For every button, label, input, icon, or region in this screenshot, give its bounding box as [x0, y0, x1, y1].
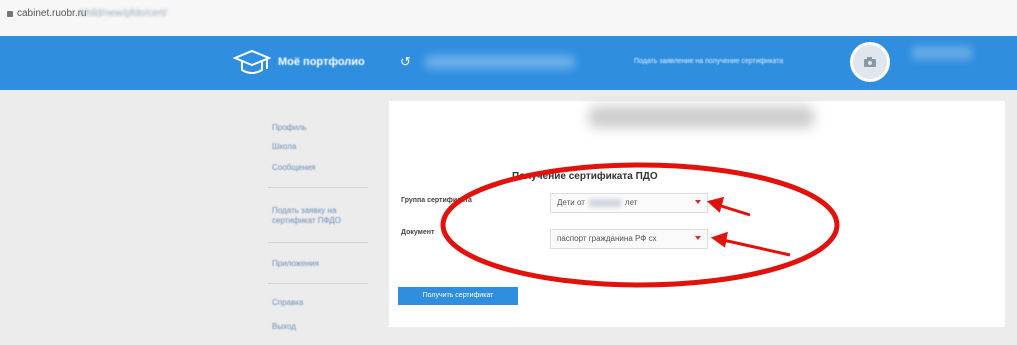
group-label: Группа сертификата	[401, 197, 472, 204]
avatar[interactable]	[850, 42, 890, 82]
sidebar-divider	[268, 187, 368, 188]
document-select-value: паспорт гражданина РФ сх	[557, 234, 657, 243]
form-title: Получение сертификата ПДО	[512, 171, 658, 182]
group-select-suffix: лет	[624, 198, 638, 207]
app-title[interactable]: Моё портфолио	[278, 56, 365, 68]
sidebar-divider	[268, 242, 368, 243]
document-select[interactable]: паспорт гражданина РФ сх	[550, 229, 708, 249]
group-select[interactable]: Дети от лет	[550, 193, 708, 213]
get-certificate-button[interactable]: Получить сертификат	[398, 287, 518, 305]
sidebar-item-messages[interactable]: Сообщения	[272, 163, 315, 173]
redacted-info	[589, 106, 814, 128]
url-path: /child/new/pfdo/cert/	[78, 8, 167, 19]
sidebar-item-applications[interactable]: Приложения	[272, 259, 319, 269]
user-meta-redacted	[912, 46, 972, 60]
group-select-prefix: Дети от	[557, 198, 585, 207]
sidebar-divider	[268, 283, 368, 284]
sidebar-item-profile[interactable]: Профиль	[272, 123, 307, 133]
document-label: Документ	[401, 229, 435, 236]
sidebar-item-help[interactable]: Справка	[272, 298, 303, 308]
top-header: Моё портфолио ↺ Подать заявление на полу…	[0, 36, 1017, 90]
lock-icon	[7, 11, 13, 17]
refresh-icon[interactable]: ↺	[400, 54, 411, 70]
sidebar-item-request-certificate[interactable]: Подать заявку на сертификат ПФДО	[272, 206, 362, 226]
browser-address-bar[interactable]: cabinet.ruobr.ru /child/new/pfdo/cert/	[0, 0, 1017, 37]
camera-icon	[864, 57, 876, 67]
url-host: cabinet.ruobr.ru	[17, 8, 87, 19]
chevron-down-icon	[695, 236, 701, 240]
redacted-age	[588, 198, 621, 207]
main-panel: Получение сертификата ПДО Группа сертифи…	[389, 101, 1005, 327]
sidebar-item-logout[interactable]: Выход	[272, 322, 296, 332]
graduation-cap-icon[interactable]	[233, 49, 271, 77]
request-certificate-link[interactable]: Подать заявление на получение сертификат…	[634, 58, 783, 65]
chevron-down-icon	[695, 200, 701, 204]
user-name-redacted	[425, 56, 575, 68]
sidebar-item-school[interactable]: Школа	[272, 142, 296, 152]
